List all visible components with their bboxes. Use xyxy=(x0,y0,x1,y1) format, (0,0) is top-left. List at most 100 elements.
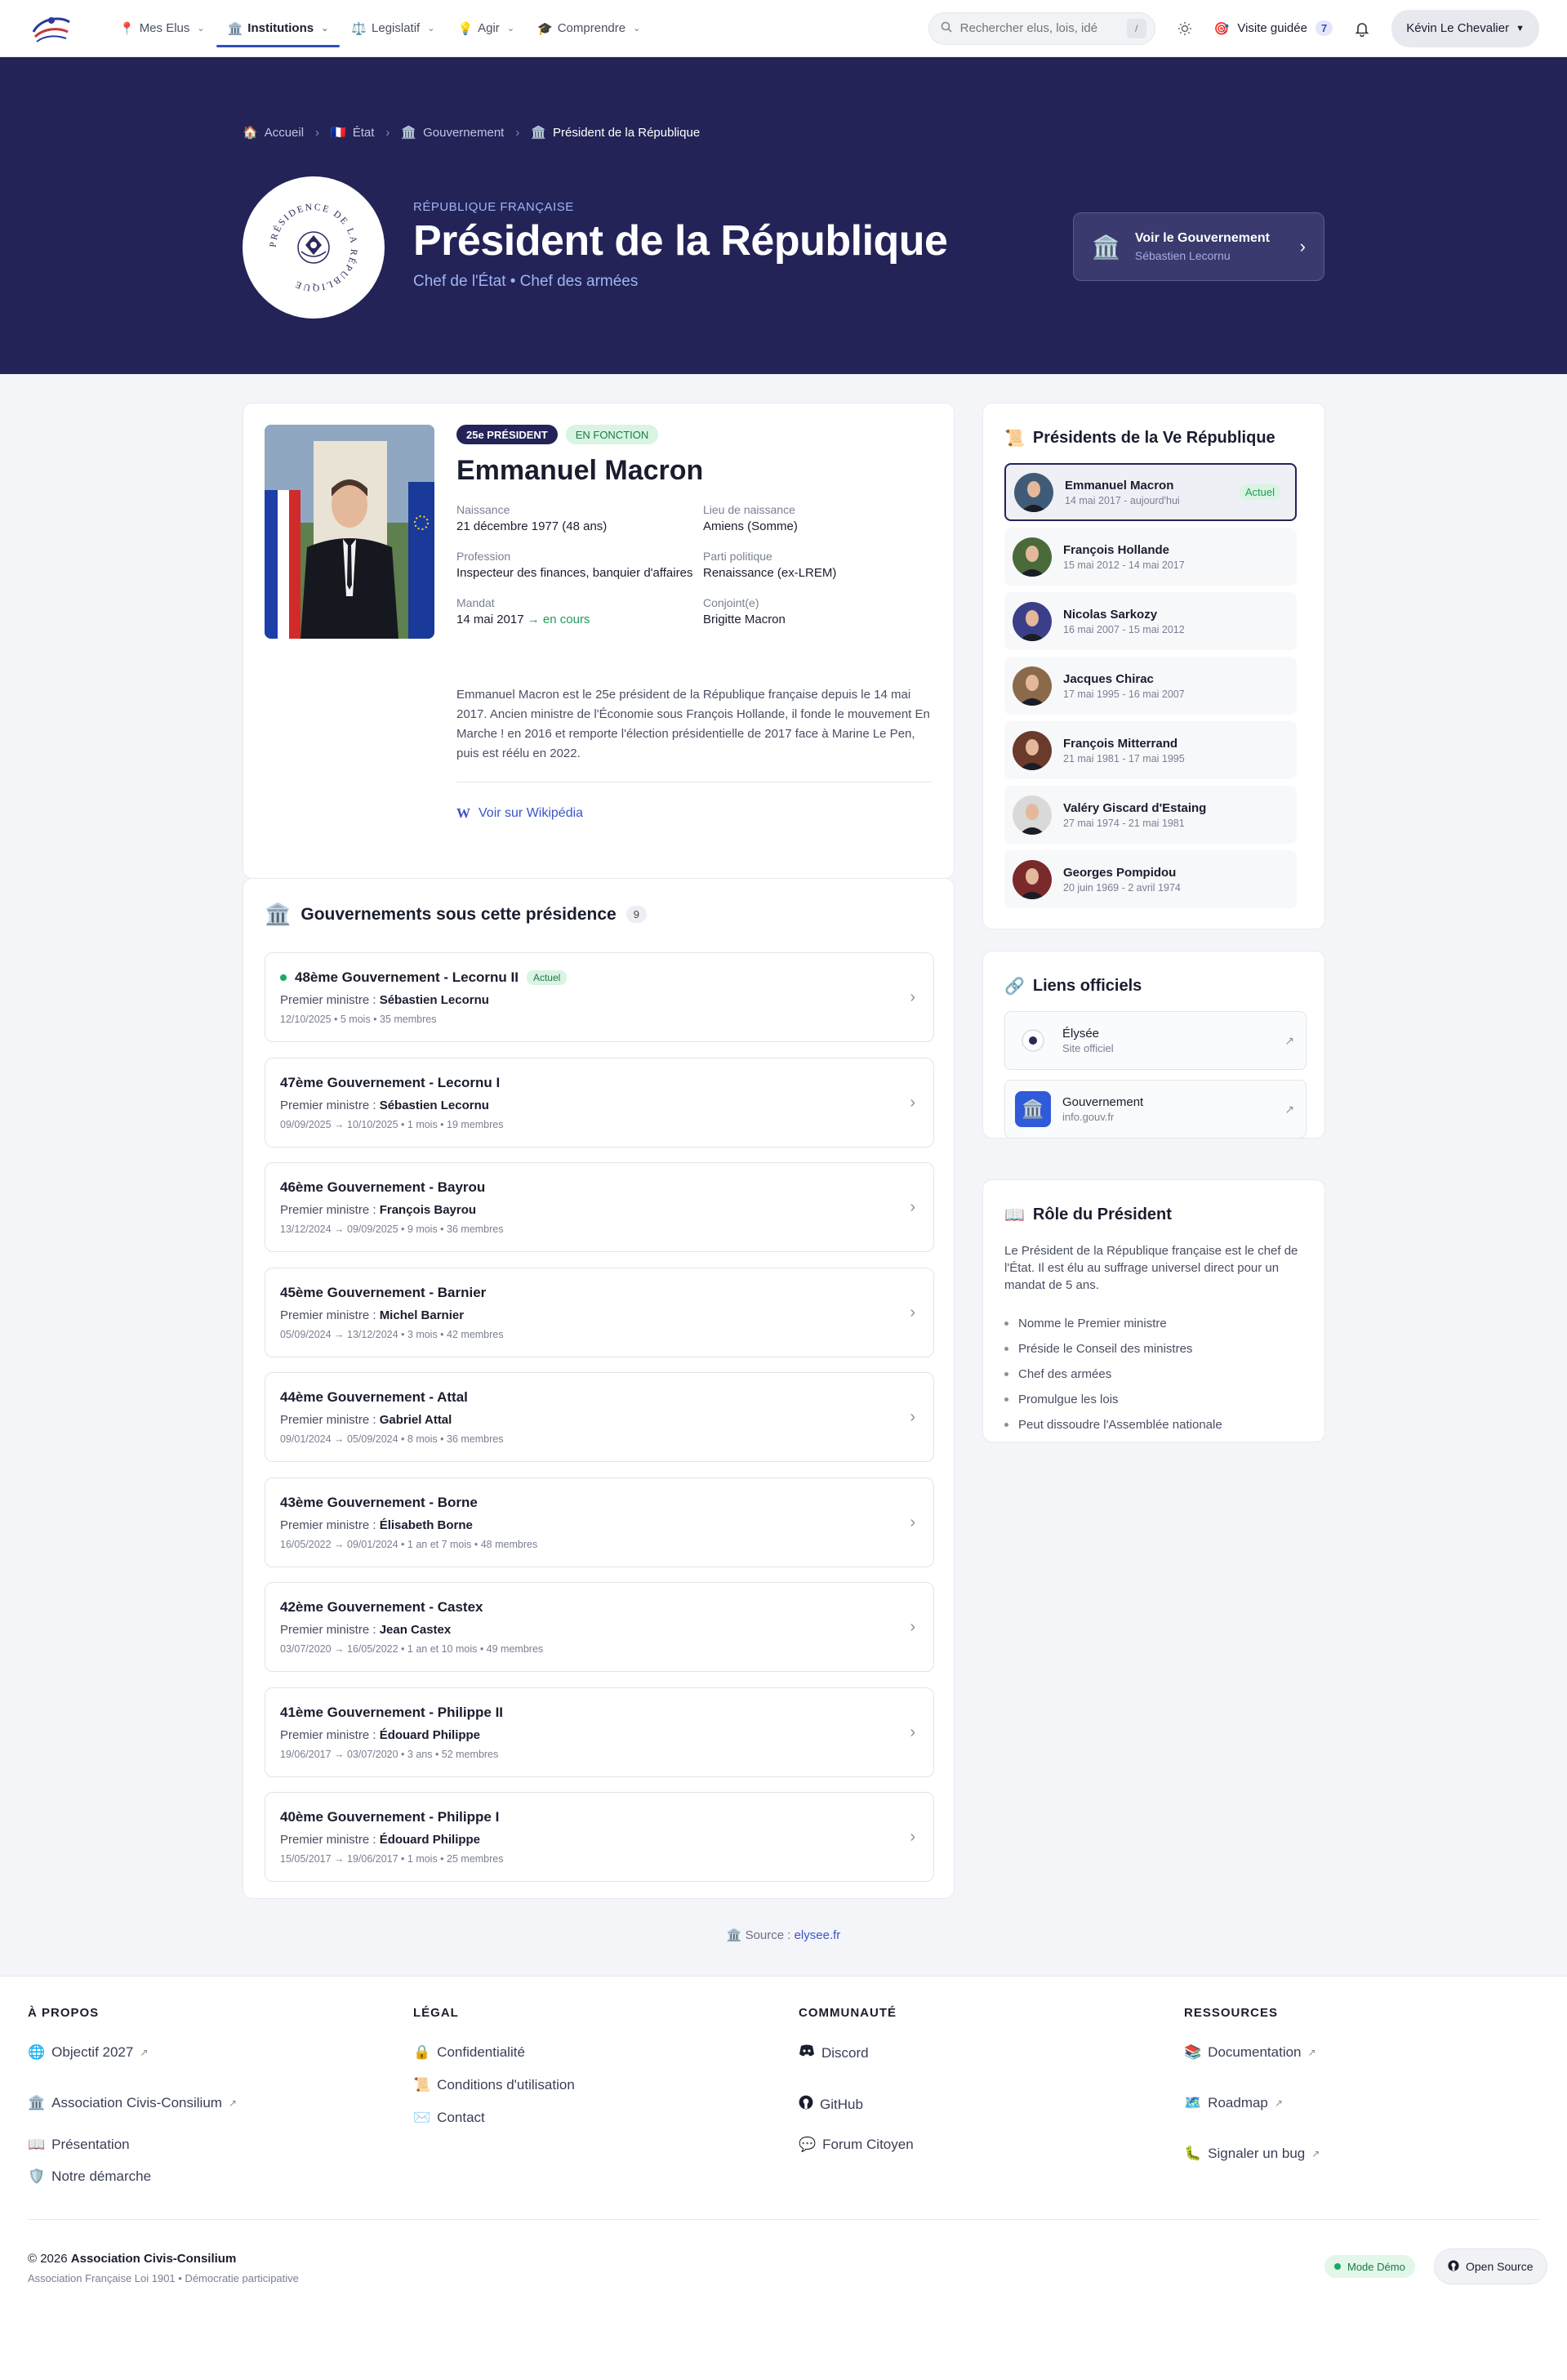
guided-tour-button[interactable]: 🎯 Visite guidée 7 xyxy=(1214,20,1333,36)
government-item[interactable]: 40ème Gouvernement - Philippe I Premier m… xyxy=(265,1792,934,1882)
nav-item-legislatif[interactable]: ⚖️ Legislatif ⌄ xyxy=(340,0,446,57)
copyright-org[interactable]: Association Civis-Consilium xyxy=(71,2252,237,2266)
wikipedia-icon: W xyxy=(456,805,470,821)
government-item[interactable]: 45ème Gouvernement - Barnier Premier mini… xyxy=(265,1267,934,1357)
guided-tour-label: Visite guidée xyxy=(1237,21,1307,35)
view-government-button[interactable]: 🏛️ Voir le Gouvernement Sébastien Lecorn… xyxy=(1073,212,1324,281)
demo-mode-label: Mode Démo xyxy=(1347,2260,1405,2273)
french-flag-icon: 🇫🇷 xyxy=(331,126,346,140)
nav-item-institutions[interactable]: 🏛️ Institutions ⌄ xyxy=(216,0,341,57)
nav-item-comprendre[interactable]: 🎓 Comprendre ⌄ xyxy=(526,0,652,57)
breadcrumb-label: Président de la République xyxy=(553,126,701,140)
government-meta: 03/07/2020 → 16/05/2022 • 1 an et 10 moi… xyxy=(280,1643,544,1655)
breadcrumb-item[interactable]: 🇫🇷 État xyxy=(331,125,374,140)
footer-link-label: Notre démarche xyxy=(51,2168,152,2184)
source-link[interactable]: elysee.fr xyxy=(795,1928,841,1942)
pm-name: Édouard Philippe xyxy=(379,1727,481,1742)
role-title: Rôle du Président xyxy=(1032,1206,1172,1223)
footer-link[interactable]: 📖 Présentation xyxy=(28,2137,130,2153)
footer-link[interactable]: 🔒 Confidentialité xyxy=(413,2044,525,2061)
footer-link-label: Signaler un bug xyxy=(1208,2146,1306,2161)
current-dot xyxy=(280,974,287,981)
president-list-dates: 17 mai 1995 - 16 mai 2007 xyxy=(1063,688,1185,700)
footer-link[interactable]: 🐛 Signaler un bug ↗ xyxy=(1184,2146,1320,2162)
government-item[interactable]: 41ème Gouvernement - Philippe II Premier … xyxy=(265,1687,934,1777)
pm-name: Édouard Philippe xyxy=(379,1833,481,1847)
elysee-link[interactable]: Élysée Site officiel ↗ xyxy=(1004,1011,1307,1070)
president-list-item[interactable]: Nicolas Sarkozy 16 mai 2007 - 15 mai 2012 xyxy=(1004,592,1297,650)
footer-link[interactable]: 🛡️ Notre démarche xyxy=(28,2168,151,2185)
open-source-button[interactable]: Open Source xyxy=(1434,2249,1547,2284)
president-list-item[interactable]: Emmanuel Macron 14 mai 2017 - aujourd'hui… xyxy=(1004,463,1297,521)
government-item[interactable]: 47ème Gouvernement - Lecornu I Premier mi… xyxy=(265,1057,934,1148)
fact-label: Parti politique xyxy=(703,550,772,563)
footer-link[interactable]: Discord xyxy=(799,2044,869,2061)
footer-link[interactable]: GitHub xyxy=(799,2095,863,2114)
government-pm: Premier ministre : Élisabeth Borne xyxy=(280,1518,919,1532)
government-item-header: 41ème Gouvernement - Philippe II xyxy=(280,1705,919,1721)
president-card: 25e PRÉSIDENT EN FONCTION Emmanuel Macro… xyxy=(243,403,955,879)
user-menu-button[interactable]: Kévin Le Chevalier ▼ xyxy=(1391,9,1539,47)
avatar xyxy=(1013,859,1052,899)
government-item[interactable]: 43ème Gouvernement - Borne Premier minist… xyxy=(265,1477,934,1567)
footer-link[interactable]: 🗺️ Roadmap ↗ xyxy=(1184,2095,1283,2111)
footer-link[interactable]: 🏛️ Association Civis-Consilium ↗ xyxy=(28,2095,237,2111)
government-meta: 16/05/2022 → 09/01/2024 • 1 an et 7 mois… xyxy=(280,1538,538,1550)
government-meta: 05/09/2024 → 13/12/2024 • 3 mois • 42 me… xyxy=(280,1328,504,1340)
government-name: 45ème Gouvernement - Barnier xyxy=(280,1284,487,1300)
government-item[interactable]: 46ème Gouvernement - Bayrou Premier minis… xyxy=(265,1162,934,1252)
footer-link-icon: 📚 xyxy=(1184,2044,1202,2060)
footer-column-title: LÉGAL xyxy=(413,2006,459,2020)
footer-link[interactable]: 📚 Documentation ↗ xyxy=(1184,2044,1316,2061)
nav-item-label: Agir xyxy=(478,21,500,35)
president-list-dates: 20 juin 1969 - 2 avril 1974 xyxy=(1063,881,1181,894)
breadcrumb-item[interactable]: 🏠 Accueil xyxy=(243,125,304,140)
president-list-item[interactable]: Georges Pompidou 20 juin 1969 - 2 avril 1… xyxy=(1004,850,1297,908)
president-list-dates: 15 mai 2012 - 14 mai 2017 xyxy=(1063,559,1185,571)
theme-toggle-sun-icon[interactable] xyxy=(1170,14,1200,43)
pin-icon: 📍 xyxy=(119,21,135,36)
pm-name: François Bayrou xyxy=(379,1203,477,1217)
government-item[interactable]: 42ème Gouvernement - Castex Premier minis… xyxy=(265,1582,934,1672)
pm-prefix: Premier ministre : xyxy=(280,993,380,1007)
president-list-item[interactable]: François Mitterrand 21 mai 1981 - 17 mai … xyxy=(1004,721,1297,779)
footer-link-label: Roadmap xyxy=(1208,2095,1268,2110)
government-item[interactable]: 48ème Gouvernement - Lecornu II Actuel Pre… xyxy=(265,952,934,1042)
chevron-right-icon: › xyxy=(910,1408,915,1426)
footer-link[interactable]: 📜 Conditions d'utilisation xyxy=(413,2077,575,2093)
footer-link-label: Discord xyxy=(821,2044,869,2061)
nav-item-mes-elus[interactable]: 📍 Mes Elus ⌄ xyxy=(108,0,216,57)
government-building-icon: 🏛️ xyxy=(265,902,292,926)
avatar xyxy=(1013,537,1052,577)
president-list-item[interactable]: Valéry Giscard d'Estaing 27 mai 1974 - 21… xyxy=(1004,786,1297,844)
nav-item-agir[interactable]: 💡 Agir ⌄ xyxy=(446,0,526,57)
president-list-item[interactable]: François Hollande 15 mai 2012 - 14 mai 20… xyxy=(1004,528,1297,586)
president-facts: Naissance 21 décembre 1977 (48 ans) Lieu d… xyxy=(456,503,932,628)
external-link-icon: ↗ xyxy=(1274,2097,1283,2109)
footer-link[interactable]: 🌐 Objectif 2027 ↗ xyxy=(28,2044,148,2061)
government-item-header: 40ème Gouvernement - Philippe I xyxy=(280,1809,919,1825)
footer-column-title: À PROPOS xyxy=(28,2006,100,2020)
notifications-bell-icon[interactable] xyxy=(1347,14,1377,43)
government-item[interactable]: 44ème Gouvernement - Attal Premier minist… xyxy=(265,1372,934,1462)
presidents-title: Présidents de la Ve République xyxy=(1032,429,1275,447)
fact-label: Profession xyxy=(456,550,511,563)
footer-link[interactable]: ✉️ Contact xyxy=(413,2110,485,2126)
government-link[interactable]: 🏛️ Gouvernement info.gouv.fr ↗ xyxy=(1004,1080,1307,1139)
chevron-right-icon: › xyxy=(910,1723,915,1741)
search-input[interactable] xyxy=(959,21,1099,35)
breadcrumb-item[interactable]: 🏛️ Gouvernement xyxy=(401,125,504,140)
footer-link[interactable]: 💬 Forum Citoyen xyxy=(799,2137,914,2153)
president-list-name: Valéry Giscard d'Estaing xyxy=(1063,800,1207,815)
logo[interactable] xyxy=(28,9,75,48)
status-dot xyxy=(1334,2263,1341,2270)
president-list-name: Nicolas Sarkozy xyxy=(1063,607,1158,622)
president-list-dates: 21 mai 1981 - 17 mai 1995 xyxy=(1063,752,1185,764)
footer-column-title: RESSOURCES xyxy=(1184,2006,1279,2020)
wikipedia-link[interactable]: W Voir sur Wikipédia xyxy=(456,805,583,822)
chevron-right-icon: › xyxy=(910,1513,915,1531)
president-list-item[interactable]: Jacques Chirac 17 mai 1995 - 16 mai 2007 xyxy=(1004,657,1297,715)
fact-label: Mandat xyxy=(456,596,495,609)
open-source-label: Open Source xyxy=(1466,2260,1534,2273)
search-box[interactable]: / xyxy=(928,11,1155,45)
